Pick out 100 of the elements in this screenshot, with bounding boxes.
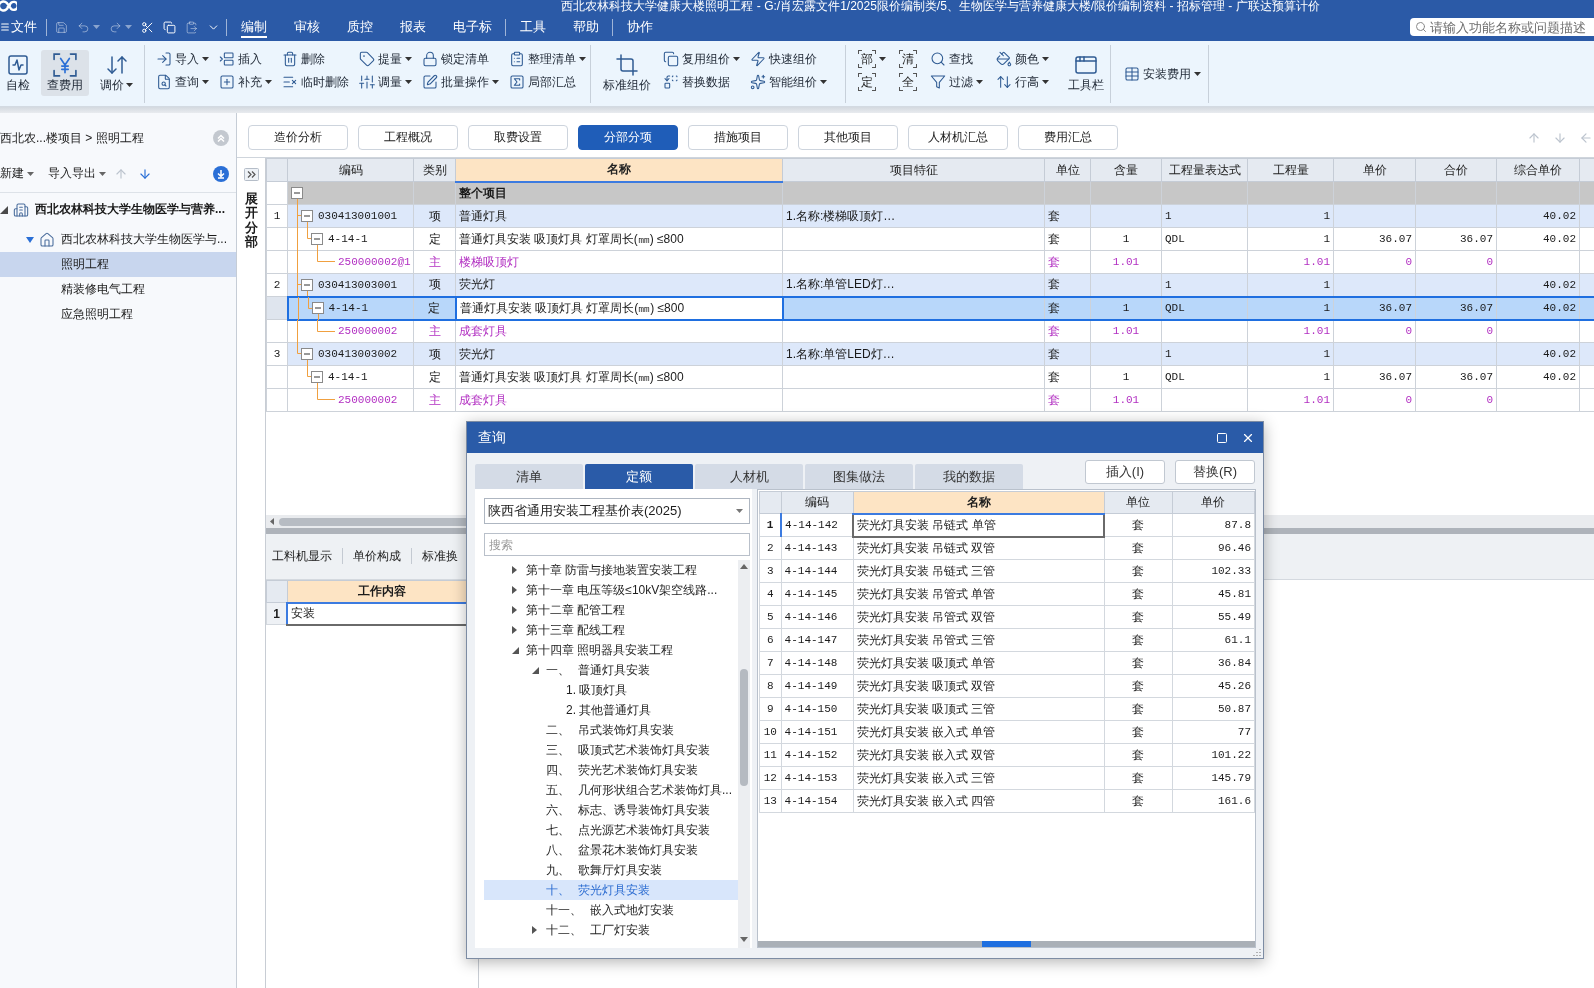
table-row[interactable]: 8 4-14-149 荧光灯具安装 吸顶式 双管 套 45.26 bbox=[759, 674, 1255, 698]
tree-item[interactable]: 西北农林科技大学生物医学与营养... bbox=[0, 197, 236, 222]
table-row[interactable]: 6 4-14-147 荧光灯具安装 吊管式 三管 套 61.1 bbox=[759, 628, 1255, 652]
tree-item[interactable]: 四、 荧光艺术装饰灯具安装 bbox=[484, 760, 738, 780]
ribbon-button[interactable]: 插入 bbox=[219, 48, 272, 70]
scrollbar-thumb[interactable] bbox=[740, 669, 748, 786]
tree-item[interactable]: 三、 吸顶式艺术装饰灯具安装 bbox=[484, 740, 738, 760]
minus-box-icon[interactable] bbox=[311, 302, 324, 314]
table-row[interactable]: 3 030413003002 项 荧光灯 1.名称:单管LED灯… 套 1 1 40.02 bbox=[266, 342, 1594, 366]
download-icon[interactable] bbox=[213, 165, 229, 182]
ribbon-button[interactable]: 补充 bbox=[219, 71, 272, 93]
column-header[interactable]: 合价 bbox=[1415, 158, 1497, 182]
ribbon-button[interactable]: 安装费用 bbox=[1124, 63, 1201, 85]
tree-item[interactable]: 第十二章 配管工程 bbox=[484, 600, 738, 620]
minus-box-icon[interactable] bbox=[291, 187, 303, 199]
ribbon-button[interactable]: 查找 bbox=[930, 48, 983, 70]
view-tab[interactable]: 其他项目 bbox=[798, 125, 898, 150]
ribbon-button[interactable]: 局部汇总 bbox=[509, 71, 586, 93]
toolbar-button[interactable]: 导入导出 bbox=[48, 165, 106, 182]
table-row[interactable]: 10 4-14-151 荧光灯具安装 嵌入式 单管 套 77 bbox=[759, 720, 1255, 744]
table-row[interactable]: 250000002 主 成套灯具 套 1.01 1.01 0 0 bbox=[266, 319, 1594, 343]
caret-right-icon[interactable] bbox=[532, 926, 537, 934]
tree-item[interactable]: 2. 其他普通灯具 bbox=[484, 700, 738, 720]
menu-tab[interactable]: 质控 bbox=[333, 13, 386, 41]
dialog-button[interactable]: 插入(I) bbox=[1085, 460, 1165, 484]
tree-item[interactable]: 五、 几何形状组合艺术装饰灯具... bbox=[484, 780, 738, 800]
table-row[interactable]: 2 4-14-143 荧光灯具安装 吊链式 双管 套 96.46 bbox=[759, 536, 1255, 560]
file-menu[interactable]: 文件 bbox=[0, 16, 37, 38]
dialog-tab[interactable]: 清单 bbox=[475, 464, 583, 489]
tree-item[interactable]: 第十三章 配线工程 bbox=[484, 620, 738, 640]
ribbon-button[interactable]: 全 bbox=[899, 71, 917, 93]
maximize-icon[interactable] bbox=[1216, 431, 1228, 444]
tree-item[interactable]: 十、 荧光灯具安装 bbox=[484, 880, 738, 900]
table-row[interactable]: 250000002 主 成套灯具 套 1.01 1.01 0 0 bbox=[266, 388, 1594, 412]
column-header[interactable]: 含量 bbox=[1090, 158, 1162, 182]
triangle-left-icon[interactable] bbox=[270, 518, 274, 525]
ribbon-button[interactable]: 查询 bbox=[156, 71, 209, 93]
tree-item[interactable]: 第十四章 照明器具安装工程 bbox=[484, 640, 738, 660]
tree-item[interactable]: 精装修电气工程 bbox=[0, 277, 236, 302]
dialog-button[interactable]: 替换(R) bbox=[1175, 460, 1255, 484]
ribbon-button[interactable]: 锁定清单 bbox=[422, 48, 499, 70]
column-header[interactable]: 编码 bbox=[781, 491, 854, 514]
table-row[interactable]: 4-14-1 定 普通灯具安装 吸顶灯具 灯罩周长(㎜) ≤800 套 1 QDL 1 36.07 36.07 40.02 bbox=[266, 296, 1594, 320]
table-row[interactable]: 4-14-1 定 普通灯具安装 吸顶灯具 灯罩周长(㎜) ≤800 套 1 QDL 1 36.07 36.07 40.02 bbox=[266, 365, 1594, 389]
menu-tab[interactable]: 电子标 bbox=[439, 13, 505, 41]
ribbon-button[interactable]: 替换数据 bbox=[663, 71, 740, 93]
menu-tab[interactable]: 审核 bbox=[280, 13, 333, 41]
view-tab[interactable]: 措施项目 bbox=[688, 125, 788, 150]
tree-item[interactable]: 八、 盆景花木装饰灯具安装 bbox=[484, 840, 738, 860]
table-row[interactable]: 5 4-14-146 荧光灯具安装 吊管式 双管 套 55.49 bbox=[759, 605, 1255, 629]
table-row[interactable]: 13 4-14-154 荧光灯具安装 嵌入式 四管 套 161.6 bbox=[759, 789, 1255, 813]
view-tab[interactable]: 造价分析 bbox=[248, 125, 348, 150]
ribbon-button[interactable]: 行高 bbox=[996, 71, 1049, 93]
view-tab[interactable]: 工程概况 bbox=[358, 125, 458, 150]
column-header[interactable]: 单位 bbox=[1044, 158, 1091, 182]
table-row[interactable]: 11 4-14-152 荧光灯具安装 嵌入式 双管 套 101.22 bbox=[759, 743, 1255, 767]
tree-item[interactable]: 一、 普通灯具安装 bbox=[484, 660, 738, 680]
dialog-tab[interactable]: 人材机 bbox=[695, 464, 803, 489]
ribbon-button[interactable]: 过滤 bbox=[930, 71, 983, 93]
ribbon-button[interactable]: 删除 bbox=[282, 48, 349, 70]
caret-down-icon[interactable] bbox=[0, 205, 8, 214]
scrollbar-thumb[interactable] bbox=[982, 941, 1031, 947]
tree-item[interactable]: 六、 标志、诱导装饰灯具安装 bbox=[484, 800, 738, 820]
ribbon-button[interactable]: 颜色 bbox=[996, 48, 1049, 70]
panel-tab[interactable]: 标准换 bbox=[416, 546, 464, 566]
table-row[interactable]: 2 030413003001 项 荧光灯 1.名称:单管LED灯… 套 1 1 40.02 bbox=[266, 273, 1594, 297]
minus-box-icon[interactable] bbox=[311, 371, 323, 383]
column-header[interactable]: 项目特征 bbox=[782, 158, 1045, 182]
caret-down-icon[interactable] bbox=[512, 646, 519, 654]
search-field[interactable]: 搜索 bbox=[484, 533, 750, 556]
tree-item[interactable]: 西北农林科技大学生物医学与... bbox=[0, 227, 236, 252]
column-header[interactable]: 类别 bbox=[413, 158, 456, 182]
minus-box-icon[interactable] bbox=[301, 278, 313, 291]
caret-right-icon[interactable] bbox=[512, 626, 517, 634]
ribbon-button[interactable]: 批量操作 bbox=[422, 71, 499, 93]
column-header[interactable]: 名称 bbox=[455, 158, 783, 182]
ribbon-button[interactable]: 临时删除 bbox=[282, 71, 349, 93]
expand-label[interactable]: 展开分部 bbox=[244, 192, 258, 250]
tree-item[interactable]: 应急照明工程 bbox=[0, 302, 236, 327]
column-header[interactable]: 单价 bbox=[1172, 491, 1255, 514]
tree-item[interactable]: 第十章 防雷与接地装置安装工程 bbox=[484, 560, 738, 580]
ribbon-button[interactable]: 快速组价 bbox=[750, 48, 827, 70]
toolbar-button[interactable]: 新建 bbox=[0, 165, 34, 182]
tree-item[interactable]: 第十一章 电压等级≤10kV架空线路... bbox=[484, 580, 738, 600]
table-row[interactable]: 4-14-1 定 普通灯具安装 吸顶灯具 灯罩周长(㎜) ≤800 套 1 QDL 1 36.07 36.07 40.02 bbox=[266, 227, 1594, 251]
menu-tab[interactable]: 协作 bbox=[613, 13, 666, 41]
view-tab[interactable]: 人材机汇总 bbox=[908, 125, 1008, 150]
ribbon-button[interactable]: 查费用 bbox=[41, 50, 89, 96]
column-header[interactable]: 单位 bbox=[1104, 491, 1173, 514]
caret-right-icon[interactable] bbox=[512, 606, 517, 614]
column-header[interactable]: 工程量表达式 bbox=[1161, 158, 1248, 182]
chevrons-right-icon[interactable] bbox=[243, 168, 259, 181]
tree-item[interactable]: 七、 点光源艺术装饰灯具安装 bbox=[484, 820, 738, 840]
minus-box-icon[interactable] bbox=[311, 233, 323, 245]
horizontal-scrollbar[interactable] bbox=[758, 941, 1255, 947]
triangle-up-icon[interactable] bbox=[740, 564, 748, 569]
caret-down-icon[interactable] bbox=[26, 236, 34, 243]
table-row[interactable]: 3 4-14-144 荧光灯具安装 吊链式 三管 套 102.33 bbox=[759, 559, 1255, 583]
view-tab[interactable]: 分部分项 bbox=[578, 125, 678, 150]
menu-tab[interactable]: 报表 bbox=[386, 13, 439, 41]
